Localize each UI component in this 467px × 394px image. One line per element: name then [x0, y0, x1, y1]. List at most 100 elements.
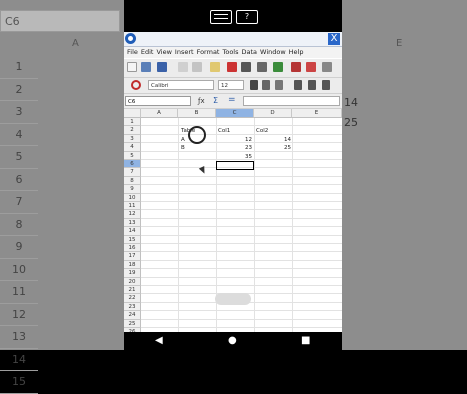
formula-input[interactable] — [243, 96, 340, 106]
italic-icon[interactable] — [262, 80, 270, 90]
paste-icon[interactable] — [273, 62, 283, 72]
app-icon — [125, 33, 136, 44]
row-header-18[interactable]: 18 — [124, 260, 141, 270]
save-icon[interactable] — [157, 62, 167, 72]
styles-icon[interactable] — [131, 80, 141, 90]
home-button[interactable]: ● — [228, 335, 237, 347]
menu-view[interactable]: View — [156, 47, 171, 58]
menu-file[interactable]: File — [127, 47, 138, 58]
function-wizard-icon[interactable]: ƒx — [198, 97, 205, 105]
row-header-21[interactable]: 21 — [124, 286, 141, 295]
formula-bar: C6 ƒx Σ = — [124, 94, 342, 109]
menu-data[interactable]: Data — [242, 47, 258, 58]
bg-row-numbers: 1 2 3 4 5 6 7 8 9 10 11 12 13 14 15 — [0, 56, 38, 394]
back-button[interactable]: ◀ — [155, 335, 163, 347]
menu-bar: File Edit View Insert Format Tools Data Window H… — [124, 47, 342, 58]
menu-insert[interactable]: Insert — [175, 47, 194, 58]
align-left-icon[interactable] — [294, 80, 302, 90]
row-header-13[interactable]: 13 — [124, 218, 141, 228]
row-header-16[interactable]: 16 — [124, 244, 141, 253]
col-header-c[interactable]: C — [216, 109, 254, 118]
formatting-toolbar: Calibri 12 — [124, 78, 342, 94]
row-header-17[interactable]: 17 — [124, 252, 141, 261]
row-header-14[interactable]: 14 — [124, 227, 141, 236]
menu-tools[interactable]: Tools — [222, 47, 238, 58]
spellcheck-icon[interactable] — [227, 62, 237, 72]
col-header-d[interactable]: D — [254, 109, 292, 118]
col-header-b[interactable]: B — [178, 109, 216, 118]
bg-col-e: E — [396, 38, 403, 49]
selected-cell-cursor[interactable] — [216, 161, 254, 170]
keyboard-icon[interactable] — [210, 10, 232, 24]
row-header-8[interactable]: 8 — [124, 176, 141, 186]
row-header-9[interactable]: 9 — [124, 185, 141, 194]
cell-d4[interactable]: 14 — [284, 136, 291, 144]
formula-icon[interactable]: = — [228, 95, 236, 105]
close-button[interactable]: X — [328, 33, 340, 45]
row-header-19[interactable]: 19 — [124, 269, 141, 278]
open-folder-icon[interactable] — [141, 62, 151, 72]
font-name-box[interactable]: Calibri — [148, 80, 214, 90]
print-icon[interactable] — [210, 62, 220, 72]
edit-file-icon[interactable] — [178, 62, 188, 72]
bg-value-25: 25 — [344, 116, 358, 129]
menu-window[interactable]: Window — [260, 47, 286, 58]
sum-icon[interactable]: Σ — [213, 96, 218, 105]
row-header-12[interactable]: 12 — [124, 210, 141, 219]
row-header-3[interactable]: 3 — [124, 134, 141, 144]
cell-b4[interactable]: A — [181, 136, 185, 144]
row-header-11[interactable]: 11 — [124, 202, 141, 211]
row-header-20[interactable]: 20 — [124, 277, 141, 286]
toast-popup — [215, 293, 251, 305]
phone-screen: ? X File Edit View Insert Format Tools Data Win… — [124, 0, 342, 350]
android-nav-bar: ◀ ● ■ — [124, 332, 342, 350]
menu-help[interactable]: Help — [289, 47, 304, 58]
bg-col-a: A — [72, 38, 79, 49]
col-header-a[interactable]: A — [141, 109, 178, 118]
row-header-5[interactable]: 5 — [124, 151, 141, 160]
corner-select-all[interactable] — [124, 109, 141, 118]
bg-name-box: C6 — [0, 10, 120, 32]
row-header-7[interactable]: 7 — [124, 168, 141, 177]
cell-d3[interactable]: Col2 — [256, 127, 268, 135]
col-header-e[interactable]: E — [292, 109, 342, 118]
cell-c3[interactable]: Col1 — [218, 127, 230, 135]
align-center-icon[interactable] — [308, 80, 316, 90]
row-header-25[interactable]: 25 — [124, 319, 141, 328]
row-header-6[interactable]: 6 — [124, 160, 141, 169]
cell-d5[interactable]: 25 — [284, 144, 291, 152]
recents-button[interactable]: ■ — [301, 335, 310, 347]
name-box[interactable]: C6 — [125, 96, 191, 106]
help-button[interactable]: ? — [236, 10, 258, 24]
export-pdf-icon[interactable] — [192, 62, 202, 72]
row-header-2[interactable]: 2 — [124, 126, 141, 135]
bold-icon[interactable] — [250, 80, 258, 90]
cell-c5[interactable]: 23 — [245, 144, 252, 152]
new-document-icon[interactable] — [127, 62, 137, 72]
row-header-4[interactable]: 4 — [124, 143, 141, 152]
row-header-1[interactable]: 1 — [124, 118, 141, 127]
redo-icon[interactable] — [322, 62, 332, 72]
undo-icon[interactable] — [306, 62, 316, 72]
bg-value-14: 14 — [344, 96, 358, 109]
row-header-15[interactable]: 15 — [124, 235, 141, 244]
row-header-24[interactable]: 24 — [124, 311, 141, 320]
status-bar: ? — [124, 0, 342, 32]
cell-c6[interactable]: 35 — [245, 153, 252, 161]
menu-format[interactable]: Format — [197, 47, 220, 58]
touch-indicator — [188, 126, 206, 144]
underline-icon[interactable] — [275, 80, 283, 90]
row-header-22[interactable]: 22 — [124, 294, 141, 303]
title-bar: X — [124, 32, 342, 47]
copy-icon[interactable] — [257, 62, 267, 72]
align-right-icon[interactable] — [322, 80, 330, 90]
font-size-box[interactable]: 12 — [218, 80, 244, 90]
row-header-10[interactable]: 10 — [124, 193, 141, 202]
row-header-23[interactable]: 23 — [124, 302, 141, 312]
clone-format-icon[interactable] — [291, 62, 301, 72]
spreadsheet-grid[interactable]: A B C D E 1 2 3 4 5 6 7 8 9 10 11 12 13 14 15 16 17 18 19 2… — [124, 109, 342, 337]
menu-edit[interactable]: Edit — [141, 47, 154, 58]
cell-c4[interactable]: 12 — [245, 136, 252, 144]
cell-b5[interactable]: B — [181, 144, 185, 152]
cut-icon[interactable] — [241, 62, 251, 72]
